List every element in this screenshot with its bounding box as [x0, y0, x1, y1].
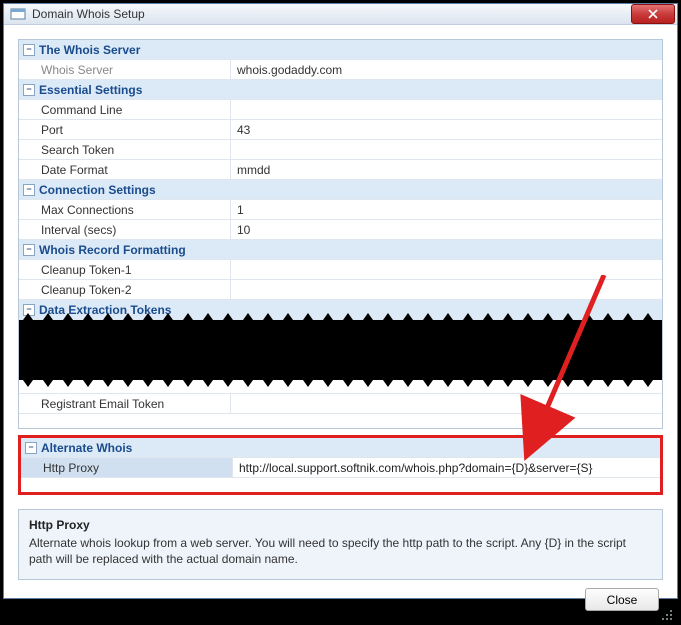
field-label: Port — [19, 120, 231, 139]
section-whois-server[interactable]: − The Whois Server — [19, 40, 662, 60]
row-whois-server[interactable]: Whois Server whois.godaddy.com — [19, 60, 662, 80]
row-http-proxy[interactable]: Http Proxy — [21, 458, 660, 478]
field-label: Cleanup Token-2 — [19, 280, 231, 299]
property-grid: − The Whois Server Whois Server whois.go… — [18, 39, 663, 429]
field-label: Cleanup Token-1 — [19, 260, 231, 279]
titlebar: Domain Whois Setup — [4, 4, 677, 25]
dialog-content: − The Whois Server Whois Server whois.go… — [4, 25, 677, 625]
row-cleanup-1[interactable]: Cleanup Token-1 — [19, 260, 662, 280]
app-icon — [10, 6, 26, 22]
field-value[interactable]: 10 — [231, 223, 662, 237]
collapse-icon[interactable]: − — [23, 84, 35, 96]
collapse-icon[interactable]: − — [23, 244, 35, 256]
section-alternate-whois[interactable]: − Alternate Whois — [21, 438, 660, 458]
section-title: Connection Settings — [39, 183, 156, 197]
help-panel: Http Proxy Alternate whois lookup from a… — [18, 509, 663, 580]
field-value[interactable] — [233, 461, 660, 475]
row-max-connections[interactable]: Max Connections 1 — [19, 200, 662, 220]
field-label: Max Connections — [19, 200, 231, 219]
section-title: Alternate Whois — [41, 441, 132, 455]
field-value[interactable]: whois.godaddy.com — [231, 63, 662, 77]
row-registrant-email-token[interactable]: Registrant Email Token — [19, 394, 662, 414]
dialog-buttons: Close — [18, 580, 663, 611]
section-essential-settings[interactable]: − Essential Settings — [19, 80, 662, 100]
field-value[interactable]: mmdd — [231, 163, 662, 177]
blank-row — [21, 478, 660, 492]
collapse-icon[interactable]: − — [23, 184, 35, 196]
row-search-token[interactable]: Search Token — [19, 140, 662, 160]
row-cleanup-2[interactable]: Cleanup Token-2 — [19, 280, 662, 300]
http-proxy-input[interactable] — [239, 461, 660, 475]
field-label: Registrant Email Token — [19, 394, 231, 413]
collapse-icon[interactable]: − — [25, 442, 37, 454]
section-title: Whois Record Formatting — [39, 243, 186, 257]
dialog-window: Domain Whois Setup − The Whois Server Wh… — [3, 3, 678, 599]
field-value[interactable]: 1 — [231, 203, 662, 217]
blank-row — [19, 414, 662, 428]
field-value[interactable]: 43 — [231, 123, 662, 137]
section-record-formatting[interactable]: − Whois Record Formatting — [19, 240, 662, 260]
collapse-icon[interactable]: − — [23, 44, 35, 56]
window-close-button[interactable] — [631, 4, 675, 24]
row-date-format[interactable]: Date Format mmdd — [19, 160, 662, 180]
section-title: Essential Settings — [39, 83, 142, 97]
window-title: Domain Whois Setup — [32, 7, 631, 21]
row-interval[interactable]: Interval (secs) 10 — [19, 220, 662, 240]
highlighted-section: − Alternate Whois Http Proxy — [18, 435, 663, 495]
field-label: Search Token — [19, 140, 231, 159]
field-label: Command Line — [19, 100, 231, 119]
resize-grip-icon[interactable] — [659, 607, 673, 621]
section-connection-settings[interactable]: − Connection Settings — [19, 180, 662, 200]
close-button[interactable]: Close — [585, 588, 659, 611]
help-text: Alternate whois lookup from a web server… — [29, 535, 652, 567]
truncated-content-indicator — [18, 320, 663, 380]
close-icon — [648, 9, 658, 19]
field-label: Interval (secs) — [19, 220, 231, 239]
field-label: Date Format — [19, 160, 231, 179]
help-title: Http Proxy — [29, 518, 652, 532]
section-title: The Whois Server — [39, 43, 140, 57]
field-label: Whois Server — [19, 60, 231, 79]
field-label: Http Proxy — [21, 458, 233, 477]
row-command-line[interactable]: Command Line — [19, 100, 662, 120]
row-port[interactable]: Port 43 — [19, 120, 662, 140]
